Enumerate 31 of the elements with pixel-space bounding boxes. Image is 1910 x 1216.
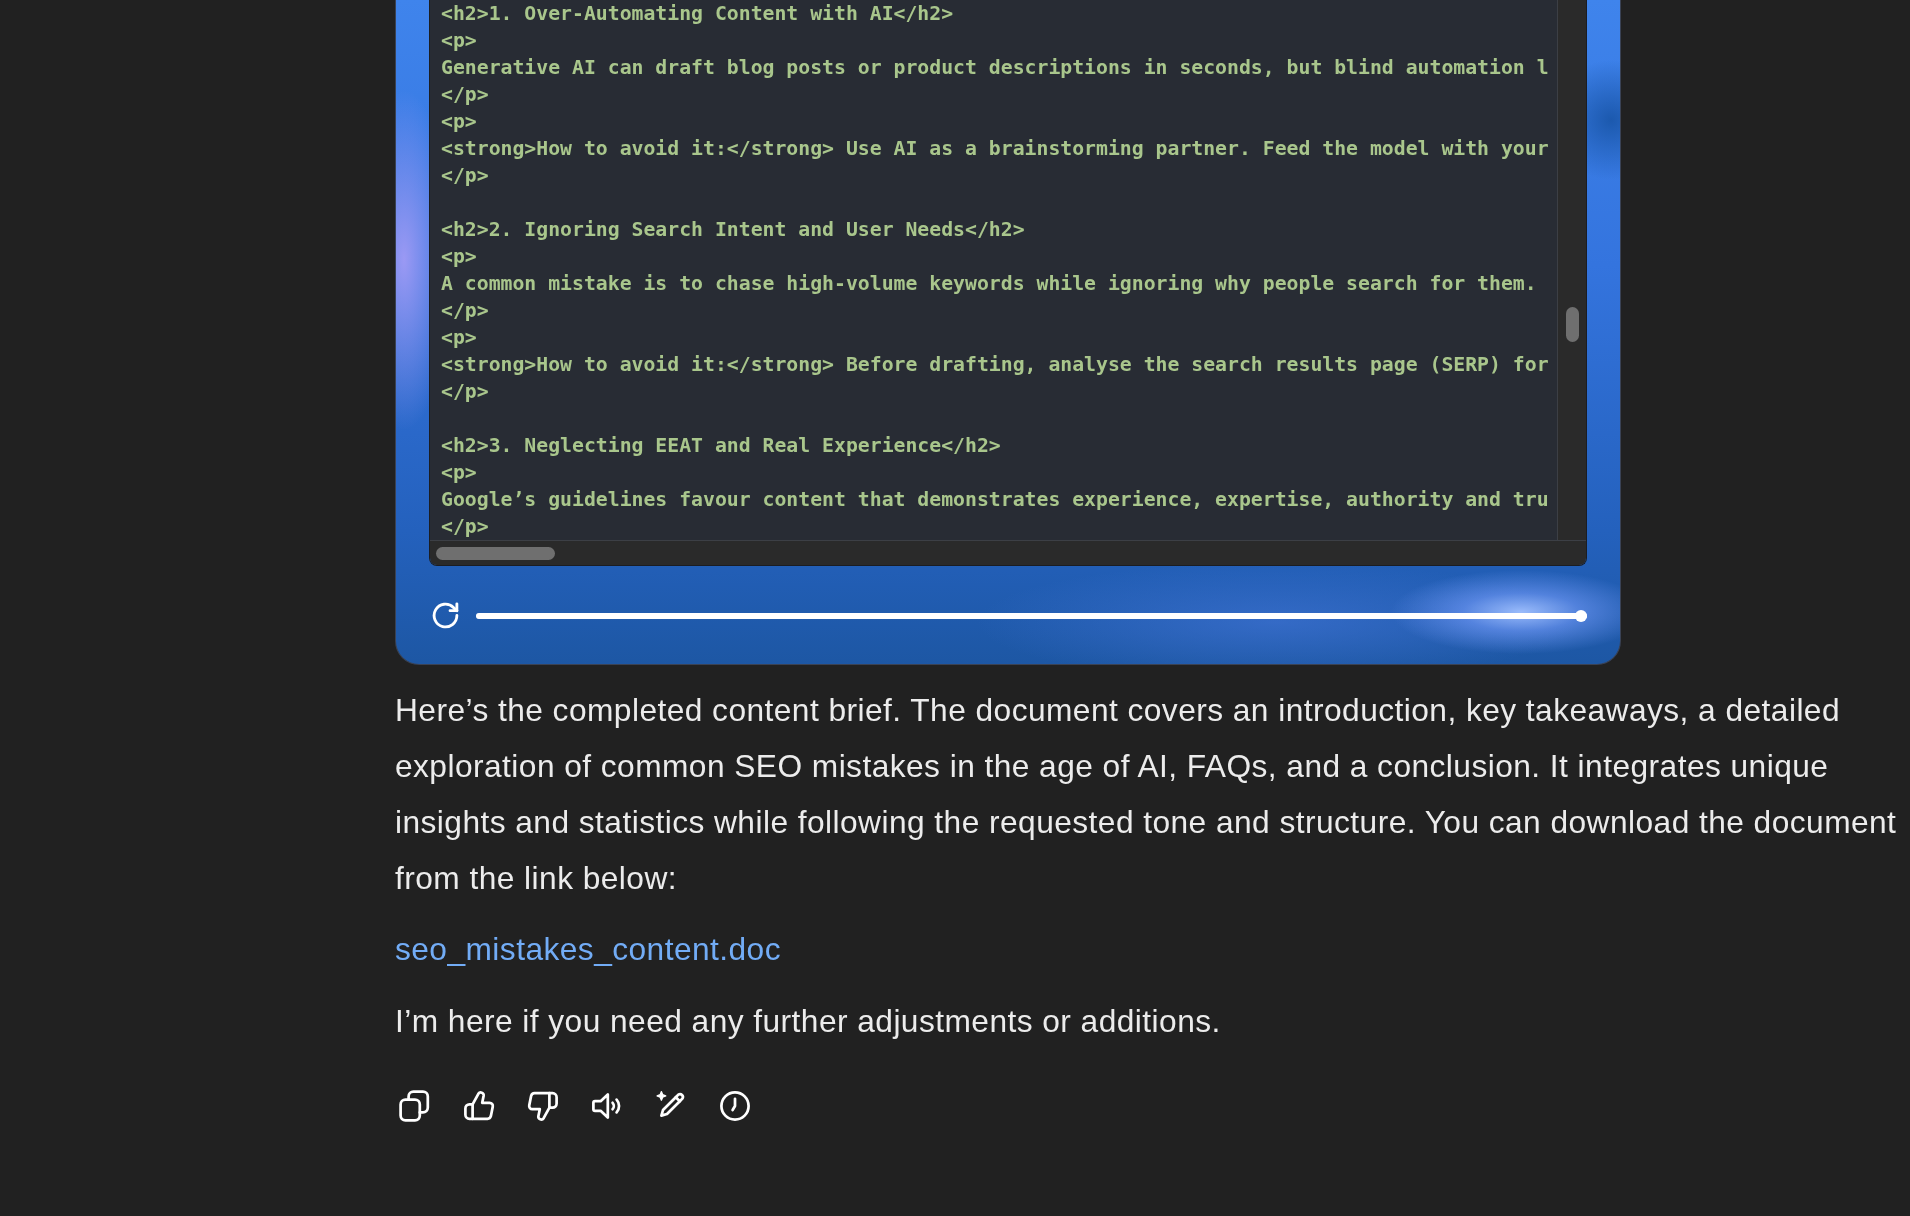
code-line: <strong>How to avoid it:</strong> Use AI as a brainstorming partner. Feed the model with your [441,136,1549,162]
replay-button[interactable] [432,602,459,629]
message-paragraph: Here’s the completed content brief. The document covers an introduction, key takeaways, a detailed exploration of common SEO mistakes in the age of AI, FAQs, and a conclusion. It integrates unique insights and statistics while following the requested tone and structure. You can download the document from the link below: [395,691,1897,898]
code-line: </p> [441,163,489,189]
document-link[interactable]: seo_mistakes_content.doc [395,921,781,977]
code-line: <p> [441,325,477,351]
message-text: I’m here if you need any further adjustments or additions. [395,1002,1221,1041]
thumbs-up-icon [463,1090,495,1122]
code-line: Google’s guidelines favour content that demonstrates experience, expertise, authority and tru [441,487,1549,513]
copy-icon [399,1090,431,1122]
scrollbar-thumb[interactable] [1566,307,1579,342]
code-line: <p> [441,28,477,54]
code-line: </p> [441,82,489,108]
code-line: <h2>2. Ignoring Search Intent and User Needs</h2> [441,217,1025,243]
scrollbar-thumb[interactable] [436,547,555,560]
speaker-icon [591,1090,623,1122]
code-line: <strong>How to avoid it:</strong> Before drafting, analyse the search results page (SERP) for [441,352,1549,378]
refresh-icon [432,602,459,629]
code-line: Generative AI can draft blog posts or product descriptions in seconds, but blind automation l [441,55,1549,81]
code-line: <h2>3. Neglecting EEAT and Real Experience</h2> [441,433,1001,459]
code-line: <p> [441,109,477,135]
code-line: <p> [441,244,477,270]
clock-icon [719,1090,751,1122]
code-line: </p> [441,298,489,324]
code-line: A common mistake is to chase high-volume keywords while ignoring why people search for them. [441,271,1537,297]
thumbs-down-icon [527,1090,559,1122]
code-line: <h2>1. Over-Automating Content with AI</h2> [441,1,954,27]
code-line: </p> [441,514,489,540]
code-line: </p> [441,379,489,405]
progress-handle[interactable] [1575,609,1587,622]
code-line: <p> [441,460,477,486]
